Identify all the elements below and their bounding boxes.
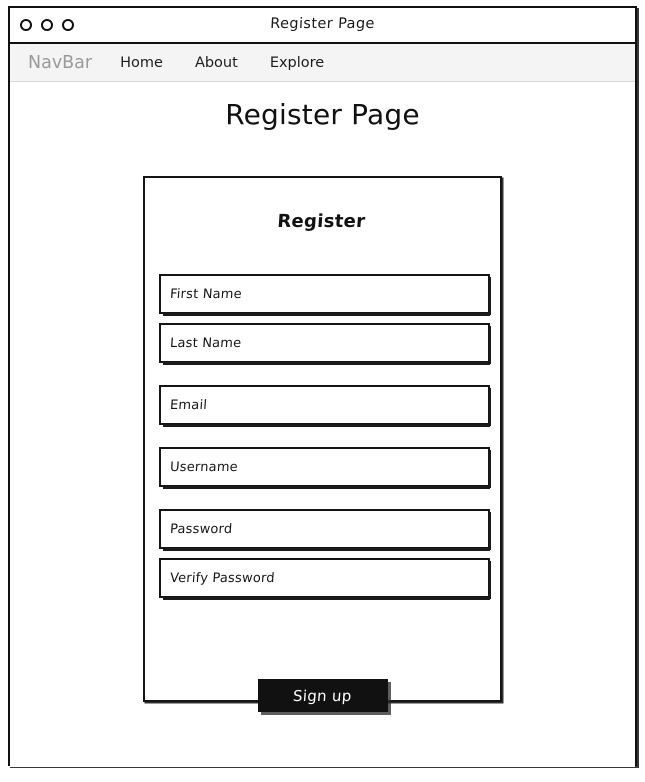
browser-window: Register Page NavBar Home About Explore …: [8, 6, 637, 767]
field-spacer: [159, 363, 490, 385]
nav-link-home[interactable]: Home: [120, 55, 163, 71]
register-form-fields: First Name Last Name Email Username Pass…: [159, 274, 491, 600]
username-input[interactable]: Username: [159, 447, 491, 489]
email-input[interactable]: Email: [159, 385, 491, 427]
page-title: Register Page: [225, 98, 420, 131]
last-name-input[interactable]: Last Name: [159, 323, 491, 365]
submit-row: Sign up: [145, 679, 500, 712]
verify-password-label: Verify Password: [169, 570, 276, 586]
nav-link-explore[interactable]: Explore: [270, 55, 324, 71]
password-label: Password: [169, 521, 233, 537]
navbar-brand[interactable]: NavBar: [28, 53, 92, 73]
sign-up-button-label: Sign up: [292, 686, 353, 705]
first-name-input[interactable]: First Name: [159, 274, 491, 316]
window-title: Register Page: [269, 16, 376, 32]
field-spacer: [159, 487, 490, 509]
register-card: Register First Name Last Name Email User…: [143, 176, 502, 712]
window-titlebar: Register Page: [10, 8, 635, 44]
register-form-title: Register: [276, 211, 367, 232]
field-spacer: [159, 425, 490, 447]
page-body: Register Page Register First Name Last N…: [10, 82, 635, 767]
verify-password-input[interactable]: Verify Password: [159, 558, 491, 600]
first-name-label: First Name: [169, 286, 243, 302]
sign-up-button[interactable]: Sign up: [257, 679, 388, 712]
nav-link-about[interactable]: About: [195, 55, 238, 71]
navbar: NavBar Home About Explore: [10, 44, 635, 82]
last-name-label: Last Name: [169, 335, 242, 351]
email-label: Email: [169, 397, 208, 413]
username-label: Username: [169, 459, 239, 475]
password-input[interactable]: Password: [159, 509, 491, 551]
